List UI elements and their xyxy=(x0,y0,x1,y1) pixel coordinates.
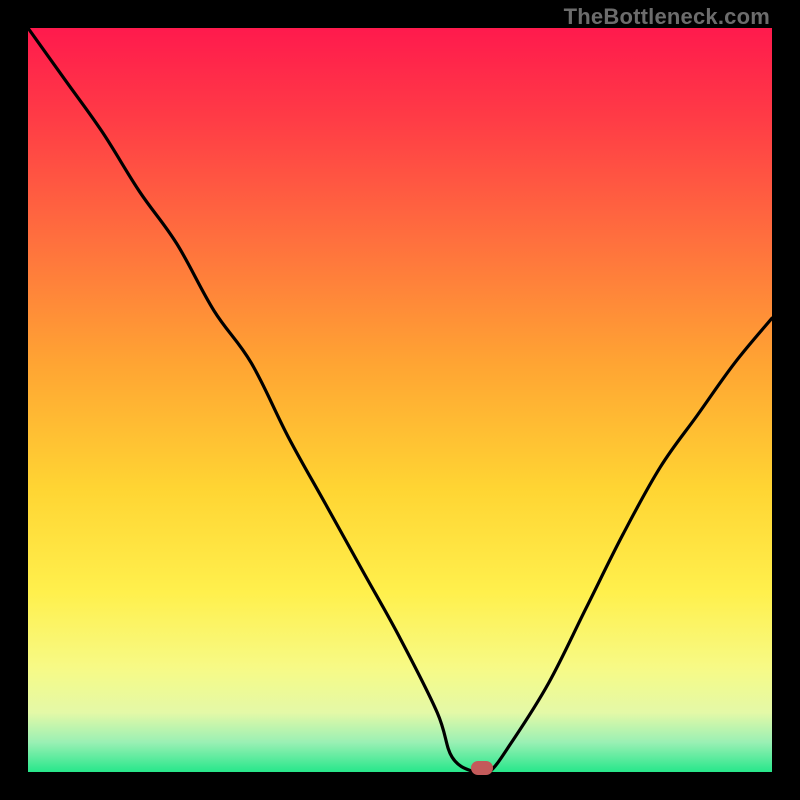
watermark-text: TheBottleneck.com xyxy=(564,4,770,30)
optimal-marker xyxy=(471,761,493,775)
bottleneck-curve xyxy=(28,28,772,772)
chart-frame: TheBottleneck.com xyxy=(0,0,800,800)
plot-area xyxy=(28,28,772,772)
